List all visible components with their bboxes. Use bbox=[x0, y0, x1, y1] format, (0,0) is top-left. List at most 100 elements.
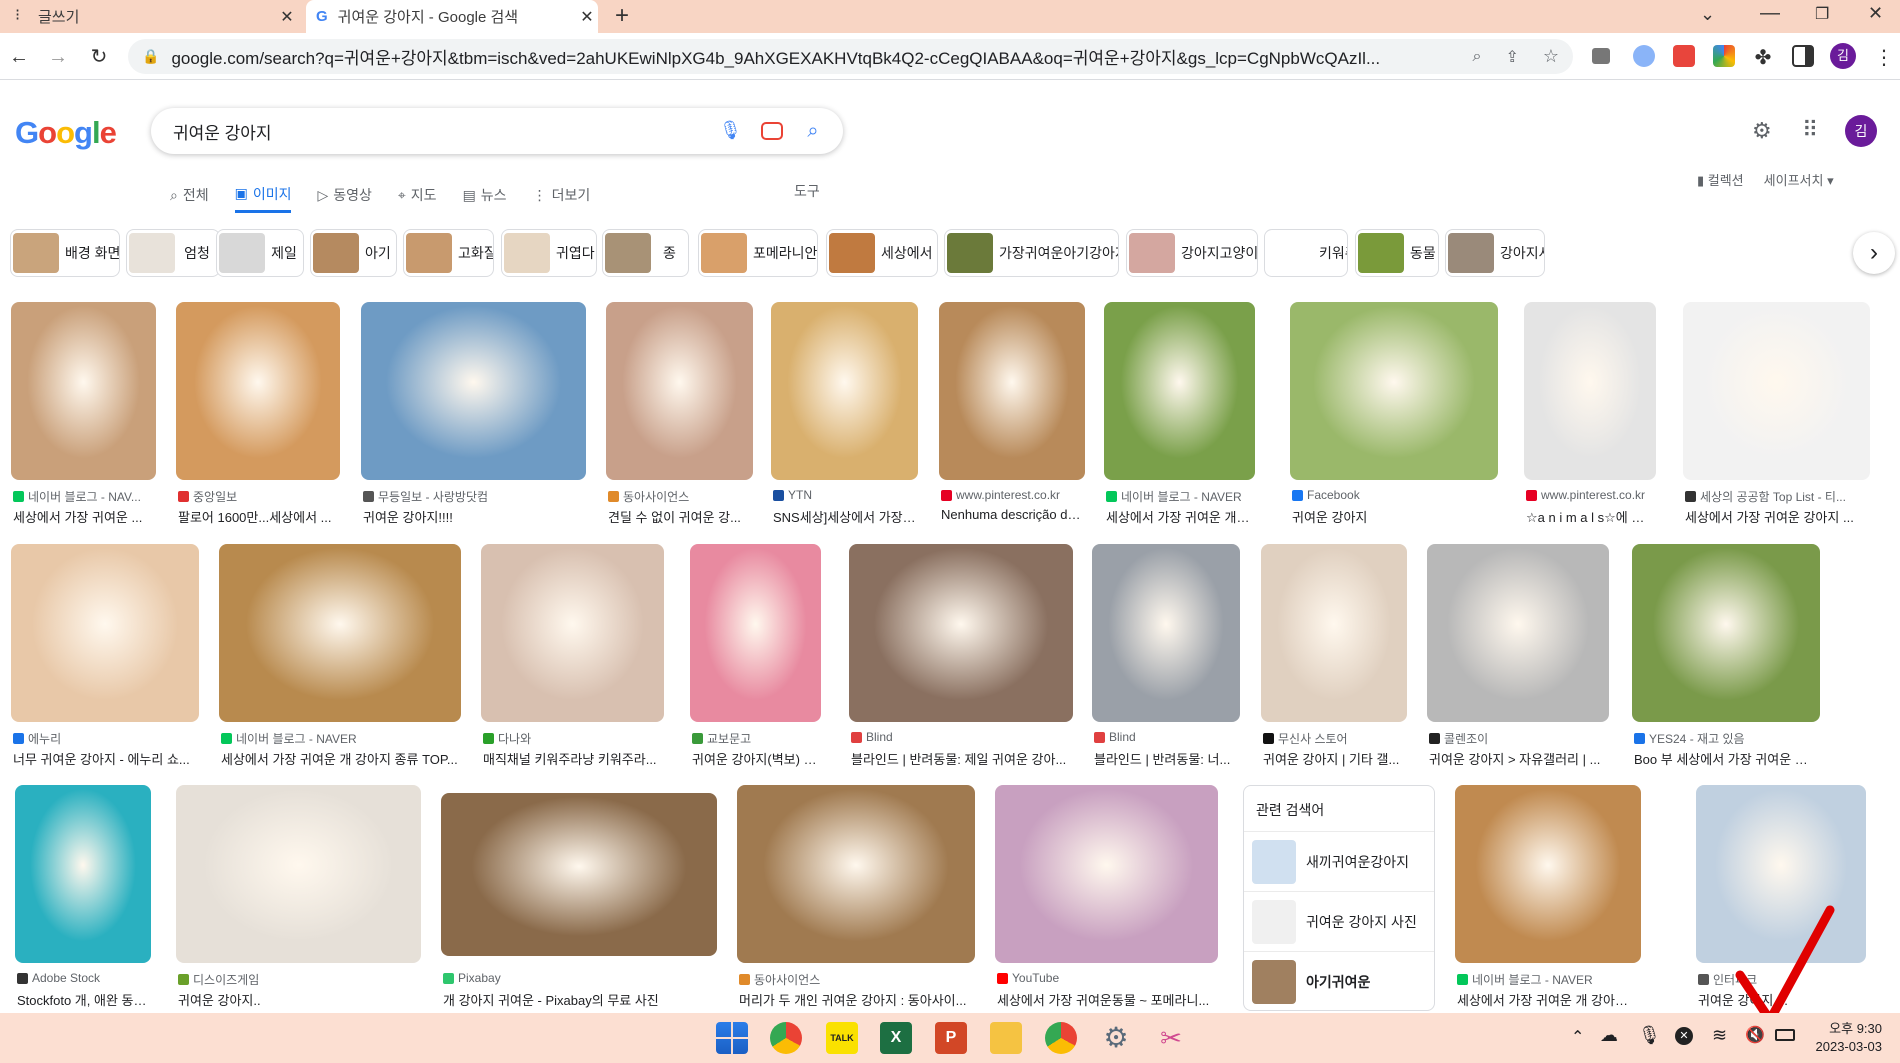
chip-8[interactable]: 세상에서 bbox=[826, 229, 938, 277]
result-title[interactable]: 세상에서 가장 귀여운 강아지 ... bbox=[1685, 507, 1868, 526]
result-thumbnail[interactable] bbox=[15, 785, 151, 963]
image-result[interactable]: 교보문고 귀여운 강아지(벽보) | ... bbox=[690, 544, 821, 780]
result-source[interactable]: Pixabay bbox=[443, 971, 715, 985]
camera-extension-icon[interactable] bbox=[1592, 48, 1610, 64]
result-title[interactable]: 세상에서 가장 귀여운 ... bbox=[13, 507, 154, 526]
result-thumbnail[interactable] bbox=[1427, 544, 1609, 722]
result-thumbnail[interactable] bbox=[737, 785, 975, 963]
result-thumbnail[interactable] bbox=[11, 544, 199, 722]
result-source[interactable]: YouTube bbox=[997, 971, 1216, 985]
apps-grid-icon[interactable]: ⠿ bbox=[1802, 117, 1818, 143]
image-result[interactable]: YouTube 세상에서 가장 귀여운동물 ~ 포메라니... bbox=[995, 785, 1218, 1021]
result-thumbnail[interactable] bbox=[606, 302, 753, 480]
result-source[interactable]: 콜렌조이 bbox=[1429, 730, 1607, 747]
result-source[interactable]: www.pinterest.co.kr bbox=[941, 488, 1083, 502]
chip-2[interactable]: 제일 bbox=[216, 229, 304, 277]
image-result[interactable]: 세상의 공공함 Top List - 티... 세상에서 가장 귀여운 강아지 .… bbox=[1683, 302, 1870, 538]
chrome-profile-icon[interactable] bbox=[1045, 1022, 1077, 1054]
result-source[interactable]: Adobe Stock bbox=[17, 971, 149, 985]
result-title[interactable]: 귀여운 강아지 bbox=[1292, 507, 1496, 526]
result-thumbnail[interactable] bbox=[995, 785, 1218, 963]
image-result[interactable]: 네이버 블로그 - NAV... 세상에서 가장 귀여운 ... bbox=[11, 302, 156, 538]
result-source[interactable]: 교보문고 bbox=[692, 730, 819, 747]
image-result[interactable]: www.pinterest.co.kr Nenhuma descrição de.… bbox=[939, 302, 1085, 538]
puzzle-extensions-icon[interactable]: ✤ bbox=[1752, 45, 1774, 69]
zoom-icon[interactable]: ⌕ bbox=[1472, 48, 1481, 66]
result-source[interactable]: 중앙일보 bbox=[178, 488, 338, 505]
file-explorer-icon[interactable] bbox=[990, 1022, 1022, 1054]
result-title[interactable]: 세상에서 가장 귀여운 개 강아지 종류 ... bbox=[1457, 990, 1639, 1009]
result-title[interactable]: 개 강아지 귀여운 - Pixabay의 무료 사진 bbox=[443, 990, 715, 1009]
tab-list-icon[interactable]: ⌄ bbox=[1700, 4, 1715, 25]
result-thumbnail[interactable] bbox=[939, 302, 1085, 480]
result-thumbnail[interactable] bbox=[1104, 302, 1255, 480]
image-result[interactable]: 네이버 블로그 - NAVER 세상에서 가장 귀여운 개 강... bbox=[1104, 302, 1255, 538]
result-thumbnail[interactable] bbox=[219, 544, 461, 722]
result-title[interactable]: 매직채널 키워주라냥 키워주라... bbox=[483, 749, 662, 768]
result-source[interactable]: 디스이즈게임 bbox=[178, 971, 419, 988]
tab-videos[interactable]: ▷ 동영상 bbox=[317, 177, 371, 213]
result-title[interactable]: 블라인드 | 반려동물: 제일 귀여운 강아... bbox=[851, 749, 1071, 768]
close-window-button[interactable]: ✕ bbox=[1868, 3, 1883, 24]
minimize-button[interactable]: — bbox=[1760, 2, 1780, 25]
system-clock[interactable]: 오후 9:30 2023-03-03 bbox=[1816, 1020, 1883, 1056]
battery-icon[interactable] bbox=[1775, 1029, 1795, 1041]
chip-3[interactable]: 아기 bbox=[310, 229, 397, 277]
new-tab-button[interactable]: + bbox=[615, 2, 629, 30]
settings-icon[interactable]: ⚙ bbox=[1100, 1022, 1132, 1054]
image-result[interactable]: Blind 블라인드 | 반려동물: 제일 귀여운 강아... bbox=[849, 544, 1073, 780]
chip-9[interactable]: 가장귀여운아기강아지 bbox=[944, 229, 1119, 277]
related-item[interactable]: 아기귀여운 bbox=[1244, 952, 1434, 1010]
related-item[interactable]: 새끼귀여운강아지 bbox=[1244, 832, 1434, 892]
result-title[interactable]: ☆a n i m a l s☆에 있는... bbox=[1526, 507, 1654, 526]
result-thumbnail[interactable] bbox=[361, 302, 586, 480]
image-result[interactable]: 네이버 블로그 - NAVER 세상에서 가장 귀여운 개 강아지 종류 TOP.… bbox=[219, 544, 461, 780]
chip-1[interactable]: 엄청 bbox=[126, 229, 220, 277]
app-tray-icon[interactable]: ✕ bbox=[1675, 1027, 1693, 1045]
bookmark-star-icon[interactable]: ☆ bbox=[1543, 46, 1559, 67]
result-source[interactable]: 네이버 블로그 - NAVER bbox=[1457, 971, 1639, 988]
chrome-icon[interactable] bbox=[770, 1022, 802, 1054]
result-thumbnail[interactable] bbox=[1092, 544, 1240, 722]
result-thumbnail[interactable] bbox=[1261, 544, 1407, 722]
powerpoint-icon[interactable]: P bbox=[935, 1022, 967, 1054]
image-result[interactable]: 네이버 블로그 - NAVER 세상에서 가장 귀여운 개 강아지 종류 ... bbox=[1455, 785, 1641, 1021]
result-title[interactable]: 팔로어 1600만...세상에서 ... bbox=[178, 507, 338, 526]
tab-news[interactable]: ▤ 뉴스 bbox=[463, 177, 507, 213]
result-thumbnail[interactable] bbox=[176, 785, 421, 963]
result-title[interactable]: 귀여운 강아지.. bbox=[178, 990, 419, 1009]
search-box[interactable]: 🎙 ⌕ bbox=[151, 108, 843, 154]
result-source[interactable]: YES24 - 재고 있음 bbox=[1634, 730, 1818, 747]
result-title[interactable]: Nenhuma descrição de... bbox=[941, 507, 1083, 522]
result-thumbnail[interactable] bbox=[11, 302, 156, 480]
result-thumbnail[interactable] bbox=[1683, 302, 1870, 480]
result-title[interactable]: 세상에서 가장 귀여운동물 ~ 포메라니... bbox=[997, 990, 1216, 1009]
chip-7[interactable]: 포메라니안 bbox=[698, 229, 818, 277]
result-thumbnail[interactable] bbox=[1524, 302, 1656, 480]
result-title[interactable]: 머리가 두 개인 귀여운 강아지 : 동아사이... bbox=[739, 990, 973, 1009]
result-source[interactable]: 무신사 스토어 bbox=[1263, 730, 1405, 747]
result-thumbnail[interactable] bbox=[771, 302, 918, 480]
chevron-right-icon[interactable]: › bbox=[1853, 232, 1895, 274]
result-thumbnail[interactable] bbox=[1632, 544, 1820, 722]
image-result[interactable]: YES24 - 재고 있음 Boo 부 세상에서 가장 귀여운 강아지의 ... bbox=[1632, 544, 1820, 780]
result-title[interactable]: 블라인드 | 반려동물: 너... bbox=[1094, 749, 1238, 768]
microphone-icon[interactable]: 🎙 bbox=[1638, 1025, 1661, 1046]
image-result[interactable]: 무신사 스토어 귀여운 강아지 | 기타 갤... bbox=[1261, 544, 1407, 780]
reload-button[interactable]: ↻ bbox=[85, 43, 113, 71]
search-extension-icon[interactable] bbox=[1633, 45, 1655, 67]
google-logo[interactable]: Google bbox=[15, 115, 117, 151]
chip-5[interactable]: 귀엽다 bbox=[501, 229, 597, 277]
onedrive-icon[interactable]: ☁ bbox=[1600, 1025, 1618, 1046]
close-icon[interactable]: ✕ bbox=[576, 7, 598, 27]
result-source[interactable]: 네이버 블로그 - NAVER bbox=[221, 730, 459, 747]
close-icon[interactable]: ✕ bbox=[276, 7, 298, 27]
search-icon[interactable]: ⌕ bbox=[802, 120, 824, 142]
result-title[interactable]: 귀여운 강아지!!!! bbox=[363, 507, 584, 526]
result-title[interactable]: Stockfoto 개, 애완 동물... bbox=[17, 990, 149, 1009]
share-icon[interactable]: ⇪ bbox=[1505, 47, 1518, 67]
image-result[interactable]: Pixabay 개 강아지 귀여운 - Pixabay의 무료 사진 bbox=[441, 785, 717, 1021]
account-avatar[interactable]: 김 bbox=[1845, 115, 1877, 147]
result-title[interactable]: 너무 귀여운 강아지 - 에누리 쇼... bbox=[13, 749, 197, 768]
result-thumbnail[interactable] bbox=[1290, 302, 1498, 480]
